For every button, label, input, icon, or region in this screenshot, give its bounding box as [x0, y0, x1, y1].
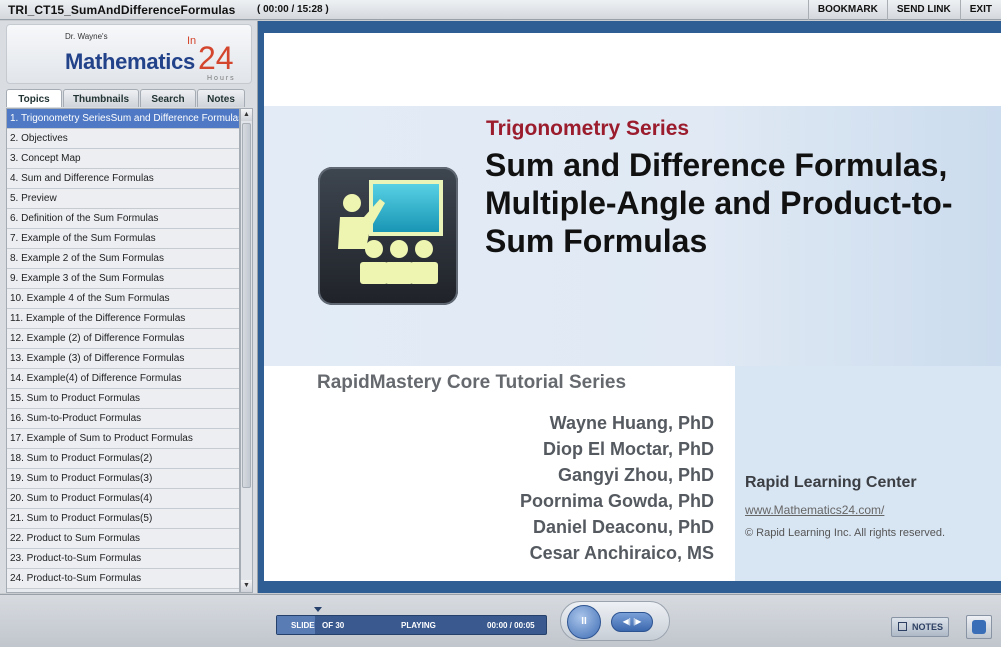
tab-notes[interactable]: Notes	[197, 89, 245, 107]
topic-item[interactable]: 15. Sum to Product Formulas	[7, 389, 239, 409]
topic-item[interactable]: 19. Sum to Product Formulas(3)	[7, 469, 239, 489]
topic-item[interactable]: 8. Example 2 of the Sum Formulas	[7, 249, 239, 269]
slide-time: 00:00 / 00:05	[487, 621, 535, 630]
topic-scrollbar[interactable]: ▲ ▼	[240, 108, 253, 593]
topic-item[interactable]: 24. Product-to-Sum Formulas	[7, 569, 239, 589]
notes-icon	[898, 622, 907, 631]
logo-in: In	[187, 35, 197, 47]
topic-item[interactable]: 22. Product to Sum Formulas	[7, 529, 239, 549]
author-list: Wayne Huang, PhD Diop El Moctar, PhD Gan…	[424, 410, 714, 566]
header-links: BOOKMARK SEND LINK EXIT	[807, 0, 1001, 20]
tab-thumbnails[interactable]: Thumbnails	[63, 89, 139, 107]
play-status: PLAYING	[401, 621, 436, 630]
slide-frame: Trigonometry Series Sum and Difference F…	[258, 21, 1001, 593]
series-heading: Trigonometry Series	[486, 117, 690, 140]
pause-button[interactable]: II	[567, 605, 601, 639]
logo: Dr. Wayne's In Mathematics 24 Hours	[6, 24, 252, 84]
teacher-icon	[318, 167, 458, 305]
author-name: Gangyi Zhou, PhD	[558, 465, 714, 485]
logo-mathematics: Mathematics	[65, 49, 195, 74]
topic-item[interactable]: 18. Sum to Product Formulas(2)	[7, 449, 239, 469]
sidebar-tabs: Topics Thumbnails Search Notes	[6, 89, 246, 107]
logo-24: 24	[198, 40, 234, 76]
scroll-down-icon[interactable]: ▼	[241, 580, 252, 592]
slide-label: SLIDE	[291, 621, 315, 630]
notes-label: NOTES	[912, 622, 944, 632]
fullscreen-button[interactable]	[966, 615, 992, 639]
topic-item[interactable]: 16. Sum-to-Product Formulas	[7, 409, 239, 429]
tutorial-series: RapidMastery Core Tutorial Series	[317, 372, 627, 393]
topic-item[interactable]: 6. Definition of the Sum Formulas	[7, 209, 239, 229]
slide-count: OF 30	[322, 621, 345, 630]
topic-item[interactable]: 5. Preview	[7, 189, 239, 209]
slide: Trigonometry Series Sum and Difference F…	[264, 33, 1001, 581]
topic-item[interactable]: 12. Example (2) of Difference Formulas	[7, 329, 239, 349]
topic-item[interactable]: 11. Example of the Difference Formulas	[7, 309, 239, 329]
topic-item[interactable]: 9. Example 3 of the Sum Formulas	[7, 269, 239, 289]
lesson-title: TRI_CT15_SumAndDifferenceFormulas	[8, 3, 236, 17]
author-name: Cesar Anchiraico, MS	[529, 543, 714, 563]
tab-topics[interactable]: Topics	[6, 89, 62, 107]
topic-item[interactable]: 21. Sum to Product Formulas(5)	[7, 509, 239, 529]
topic-list: 1. Trigonometry SeriesSum and Difference…	[6, 108, 240, 593]
progress-marker-icon[interactable]	[314, 607, 322, 612]
send-link-link[interactable]: SEND LINK	[886, 0, 960, 20]
author-name: Poornima Gowda, PhD	[519, 491, 714, 511]
fullscreen-icon	[972, 620, 986, 634]
website-link[interactable]: www.Mathematics24.com/	[745, 503, 884, 517]
topic-item[interactable]: 20. Sum to Product Formulas(4)	[7, 489, 239, 509]
prev-next-button[interactable]: ◀| |▶	[611, 612, 653, 632]
slide-title: Sum and Difference Formulas, Multiple-An…	[485, 147, 953, 259]
author-name: Daniel Deaconu, PhD	[532, 517, 714, 537]
topic-item[interactable]: 7. Example of the Sum Formulas	[7, 229, 239, 249]
slide-progress-bar[interactable]: SLIDE OF 30 PLAYING 00:00 / 00:05	[276, 607, 547, 635]
topic-item[interactable]: 2. Objectives	[7, 129, 239, 149]
author-name: Wayne Huang, PhD	[549, 413, 714, 433]
topic-item[interactable]: 10. Example 4 of the Sum Formulas	[7, 289, 239, 309]
total-time: ( 00:00 / 15:28 )	[257, 4, 329, 15]
scroll-up-icon[interactable]: ▲	[241, 109, 252, 121]
sidebar: Dr. Wayne's In Mathematics 24 Hours Topi…	[0, 21, 258, 593]
topic-item[interactable]: 17. Example of Sum to Product Formulas	[7, 429, 239, 449]
topic-item[interactable]: 14. Example(4) of Difference Formulas	[7, 369, 239, 389]
bookmark-link[interactable]: BOOKMARK	[807, 0, 887, 20]
logo-hours: Hours	[207, 75, 236, 82]
player-window: TRI_CT15_SumAndDifferenceFormulas ( 00:0…	[0, 0, 1001, 647]
transport-controls: II ◀| |▶	[560, 601, 670, 641]
topic-item[interactable]: 3. Concept Map	[7, 149, 239, 169]
exit-link[interactable]: EXIT	[959, 0, 1001, 20]
topic-item[interactable]: 13. Example (3) of Difference Formulas	[7, 349, 239, 369]
topic-item[interactable]: 4. Sum and Difference Formulas	[7, 169, 239, 189]
notes-button[interactable]: NOTES	[891, 617, 949, 637]
copyright: © Rapid Learning Inc. All rights reserve…	[745, 527, 946, 539]
scroll-thumb[interactable]	[242, 123, 251, 488]
title-bar: TRI_CT15_SumAndDifferenceFormulas ( 00:0…	[0, 0, 1001, 20]
player-controls: SLIDE OF 30 PLAYING 00:00 / 00:05 II ◀| …	[0, 594, 1001, 647]
author-name: Diop El Moctar, PhD	[542, 439, 714, 459]
learning-center: Rapid Learning Center	[745, 474, 917, 491]
logo-subtitle: Dr. Wayne's	[65, 32, 108, 41]
topic-item[interactable]: 23. Product-to-Sum Formulas	[7, 549, 239, 569]
topic-item[interactable]: 1. Trigonometry SeriesSum and Difference…	[7, 109, 239, 129]
tab-search[interactable]: Search	[140, 89, 196, 107]
